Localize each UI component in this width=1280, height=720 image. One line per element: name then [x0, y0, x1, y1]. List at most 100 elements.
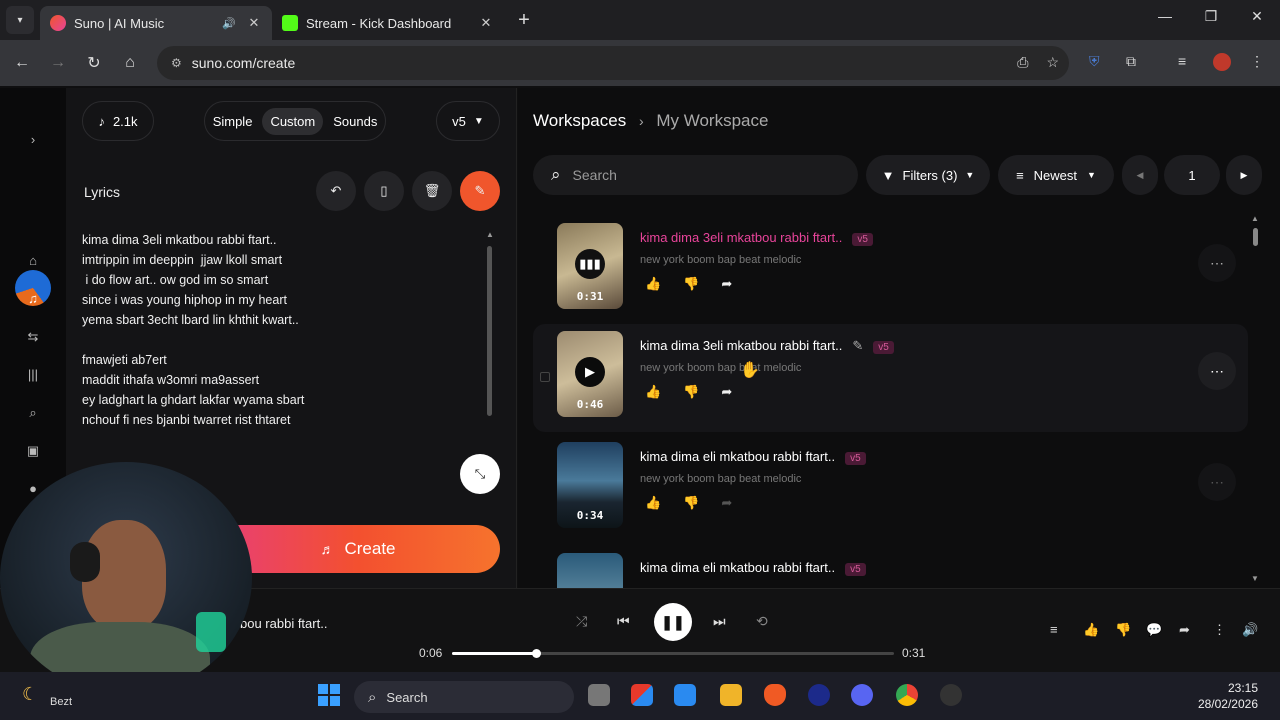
breadcrumb-workspaces[interactable]: Workspaces: [533, 111, 626, 130]
lyrics-textarea[interactable]: kima dima 3eli mkatbou rabbi ftart.. imt…: [82, 230, 482, 430]
repeat-icon[interactable]: ⟲: [756, 613, 768, 630]
song-thumbnail[interactable]: ▶ 0:46: [557, 331, 623, 417]
thumbs-down-icon[interactable]: 👎: [683, 276, 699, 292]
studio-icon[interactable]: ⇆: [24, 329, 42, 345]
share-icon[interactable]: ➦: [721, 384, 732, 400]
credits-badge[interactable]: ♪ 2.1k: [82, 101, 154, 141]
extension-shield-icon[interactable]: ⛨: [1089, 53, 1100, 70]
edit-pencil-icon[interactable]: ✎: [852, 338, 863, 353]
share-icon[interactable]: ➦: [721, 276, 732, 292]
comment-icon[interactable]: 💬: [1146, 622, 1162, 638]
next-track-icon[interactable]: ⏭: [713, 613, 726, 630]
briefcase-icon[interactable]: ▣: [24, 443, 42, 459]
select-checkbox[interactable]: [540, 372, 550, 382]
song-thumbnail[interactable]: [557, 553, 623, 588]
reload-icon[interactable]: ↻: [76, 53, 112, 73]
thumbs-down-icon[interactable]: 👎: [683, 384, 699, 400]
obs-icon[interactable]: [940, 684, 962, 706]
mode-custom[interactable]: Custom: [262, 107, 324, 135]
taskbar-search[interactable]: ⌕ Search: [354, 681, 574, 713]
share-icon[interactable]: ➦: [721, 495, 732, 511]
song-row[interactable]: 0:34 kima dima eli mkatbou rabbi ftart..…: [533, 435, 1248, 543]
browser-menu-icon[interactable]: ⋮: [1250, 53, 1264, 70]
song-row[interactable]: ▶ 0:46 kima dima 3eli mkatbou rabbi ftar…: [533, 324, 1248, 432]
discord-icon[interactable]: [851, 684, 873, 706]
pause-button[interactable]: ❚❚: [654, 603, 692, 641]
bookmark-icon[interactable]: ▯: [364, 171, 404, 211]
song-thumbnail[interactable]: ▮▮▮ 0:31: [557, 223, 623, 309]
task-view-icon[interactable]: [588, 684, 610, 706]
song-row[interactable]: kima dima eli mkatbou rabbi ftart.. v5: [533, 546, 1248, 588]
magic-wand-icon[interactable]: ✎: [460, 171, 500, 211]
previous-track-icon[interactable]: ⏮: [617, 613, 630, 630]
filters-button[interactable]: ▼ Filters (3) ▼: [866, 155, 990, 195]
song-title[interactable]: kima dima eli mkatbou rabbi ftart.. v5: [640, 449, 866, 465]
progress-knob[interactable]: [531, 649, 541, 658]
widgets-icon[interactable]: [631, 684, 653, 706]
media-control-icon[interactable]: ≡: [1178, 53, 1186, 69]
system-clock[interactable]: 23:15 28/02/2026: [1198, 680, 1258, 712]
store-icon[interactable]: [674, 684, 696, 706]
mode-simple[interactable]: Simple: [205, 108, 261, 135]
share-icon[interactable]: ➦: [1179, 622, 1190, 638]
song-title[interactable]: kima dima 3eli mkatbou rabbi ftart.. ✎ v5: [640, 338, 894, 354]
more-options-icon[interactable]: ⋯: [1198, 463, 1236, 501]
close-icon[interactable]: ✕: [478, 15, 494, 31]
minimize-icon[interactable]: —: [1150, 8, 1180, 24]
page-number[interactable]: 1: [1164, 155, 1220, 195]
restore-icon[interactable]: ❐: [1196, 8, 1226, 25]
scroll-up-icon[interactable]: ▲: [486, 230, 494, 239]
song-title[interactable]: kima dima 3eli mkatbou rabbi ftart.. v5: [640, 230, 873, 246]
back-arrow-icon[interactable]: ←: [4, 54, 40, 72]
tab-suno[interactable]: Suno | AI Music 🔊 ✕: [40, 6, 272, 40]
now-playing-title[interactable]: bou rabbi ftart..: [240, 616, 327, 631]
volume-icon[interactable]: 🔊: [1242, 622, 1258, 638]
undo-icon[interactable]: ↶: [316, 171, 356, 211]
next-page-icon[interactable]: ▶: [1226, 155, 1262, 195]
shuffle-icon[interactable]: ⤮: [576, 613, 587, 630]
extensions-puzzle-icon[interactable]: ⧉: [1126, 53, 1136, 70]
more-vertical-icon[interactable]: ⋮: [1213, 622, 1226, 638]
home-icon[interactable]: ⌂: [112, 54, 148, 72]
song-row[interactable]: ▮▮▮ 0:31 kima dima 3eli mkatbou rabbi ft…: [533, 216, 1248, 324]
start-windows-icon[interactable]: [318, 684, 340, 706]
sort-button[interactable]: ≡ Newest ▼: [998, 155, 1114, 195]
thumbs-down-icon[interactable]: 👎: [1115, 622, 1131, 638]
create-music-icon[interactable]: ♫: [24, 291, 42, 306]
more-options-icon[interactable]: ⋯: [1198, 352, 1236, 390]
close-icon[interactable]: ✕: [246, 15, 262, 31]
search-input[interactable]: ⌕ Search: [533, 155, 858, 195]
list-scroll-up-icon[interactable]: ▲: [1251, 214, 1259, 223]
weather-moon-icon[interactable]: ☾: [22, 684, 38, 705]
search-icon[interactable]: ⌕: [24, 405, 42, 421]
mode-sounds[interactable]: Sounds: [325, 108, 385, 135]
install-app-icon[interactable]: ⎙: [1017, 54, 1028, 71]
thumbs-up-icon[interactable]: 👍: [1083, 622, 1099, 638]
collapse-icon[interactable]: ⤡: [460, 454, 500, 494]
list-scroll-down-icon[interactable]: ▼: [1251, 574, 1259, 583]
site-info-icon[interactable]: ⚙: [171, 56, 182, 70]
more-options-icon[interactable]: ⋯: [1198, 244, 1236, 282]
trash-icon[interactable]: 🗑: [412, 171, 452, 211]
file-explorer-icon[interactable]: [720, 684, 742, 706]
profile-avatar[interactable]: [1213, 53, 1231, 71]
lyrics-scrollbar[interactable]: [487, 246, 492, 416]
forward-arrow-icon[interactable]: →: [40, 54, 76, 72]
address-bar[interactable]: ⚙ suno.com/create ⎙ ☆: [157, 46, 1069, 80]
expand-chevron-icon[interactable]: ›: [24, 132, 42, 147]
song-style[interactable]: new york boom bap beat melodic: [640, 254, 801, 266]
thumbs-down-icon[interactable]: 👎: [683, 495, 699, 511]
song-title[interactable]: kima dima eli mkatbou rabbi ftart.. v5: [640, 560, 866, 576]
thumbs-up-icon[interactable]: 👍: [645, 495, 661, 511]
tab-kick[interactable]: Stream - Kick Dashboard ✕: [272, 6, 504, 40]
play-icon[interactable]: ▶: [575, 357, 605, 387]
thumbs-up-icon[interactable]: 👍: [645, 276, 661, 292]
tab-list-button[interactable]: ▾: [6, 6, 34, 34]
progress-slider[interactable]: [452, 649, 894, 658]
window-close-icon[interactable]: ✕: [1242, 8, 1272, 25]
queue-icon[interactable]: ≡: [1050, 622, 1058, 637]
model-select[interactable]: v5 ▼: [436, 101, 500, 141]
brave-icon[interactable]: [764, 684, 786, 706]
app-circle-icon[interactable]: [808, 684, 830, 706]
prev-page-icon[interactable]: ◀: [1122, 155, 1158, 195]
